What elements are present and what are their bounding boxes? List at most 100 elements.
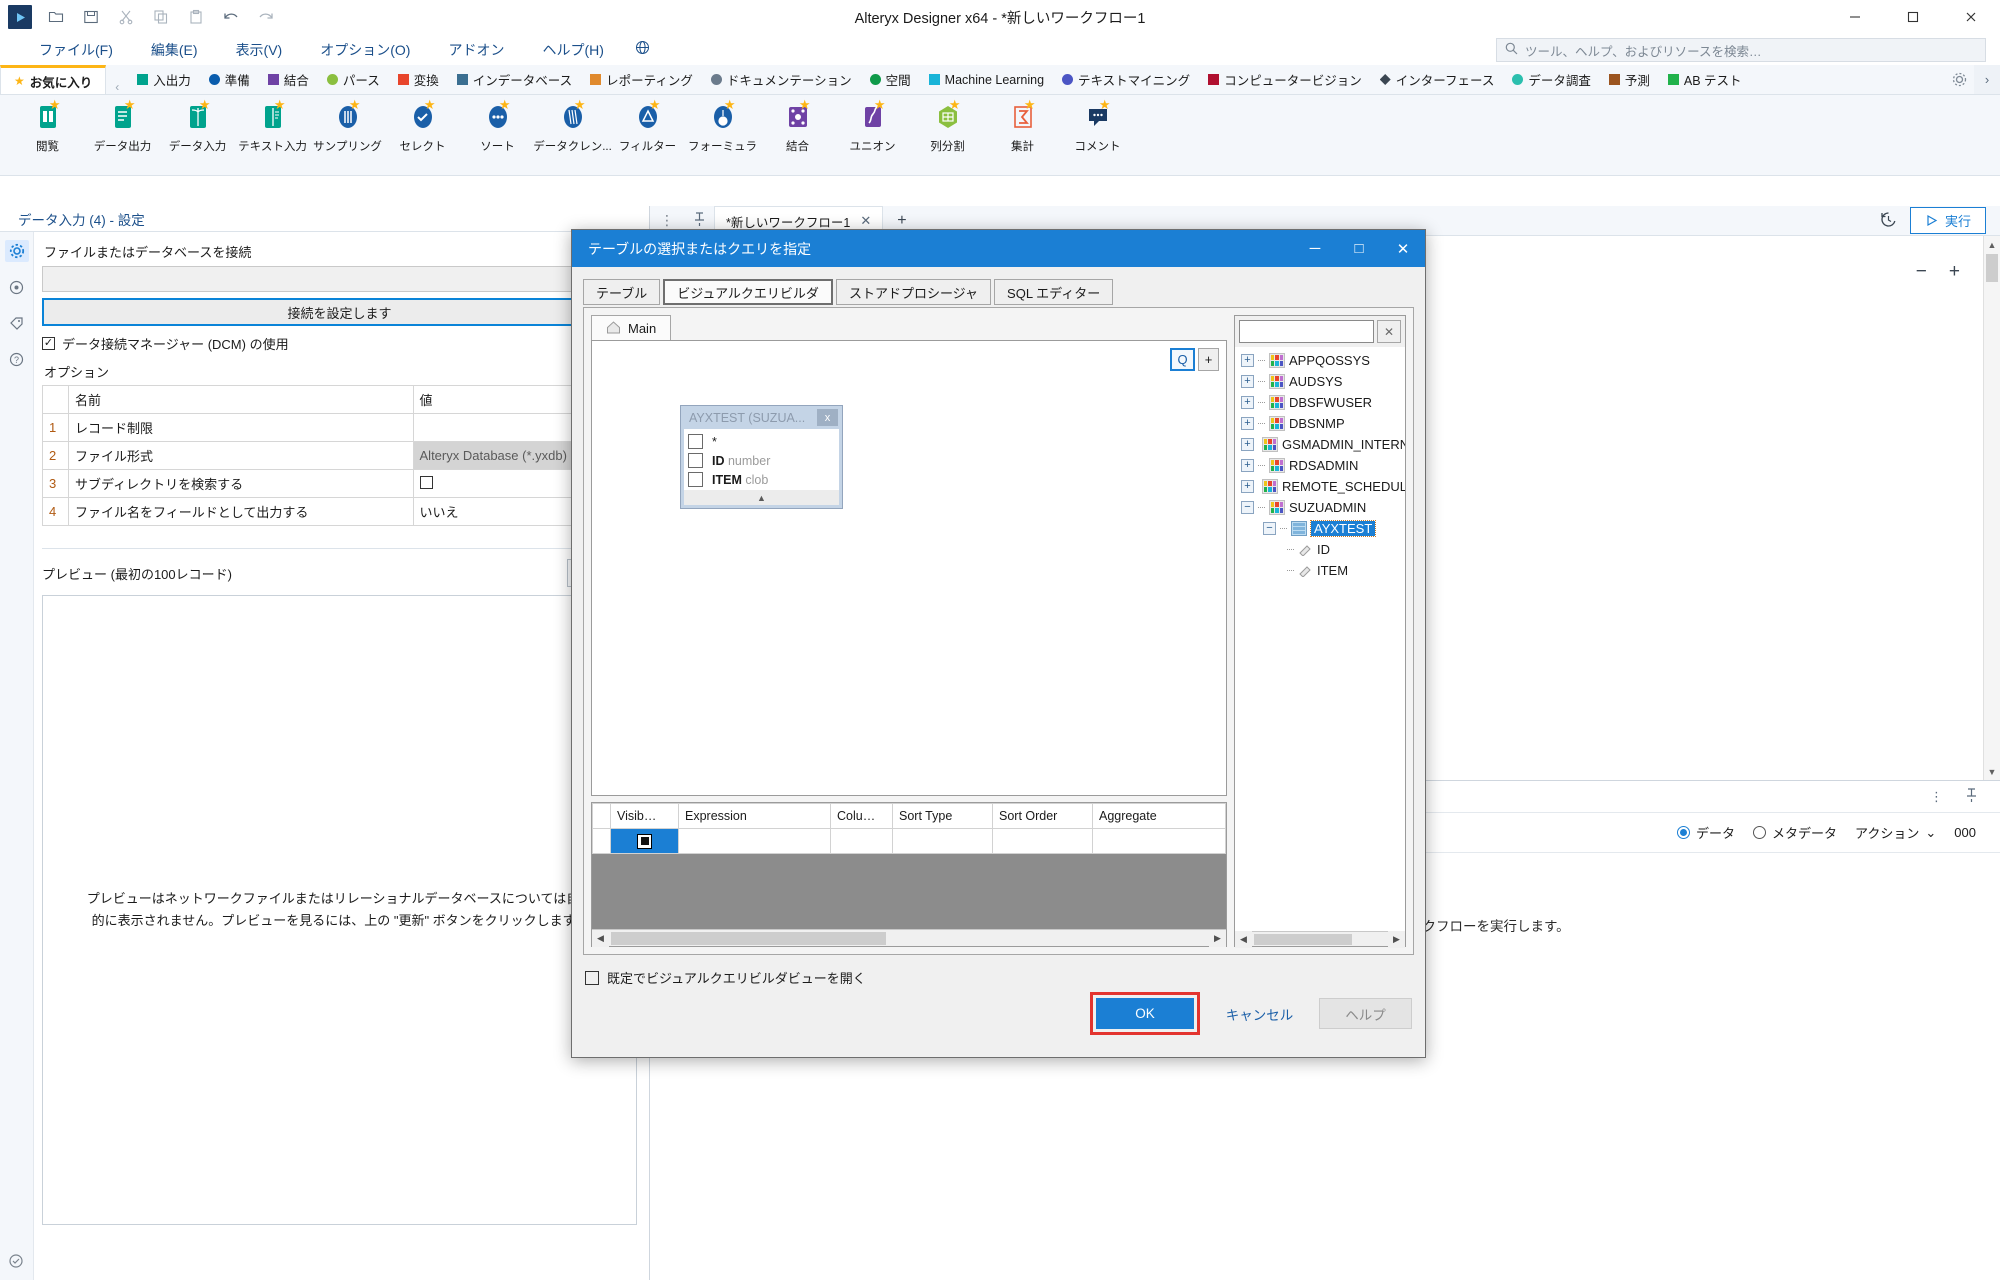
ok-button[interactable]: OK	[1096, 998, 1194, 1029]
tool-filter[interactable]: ★ フィルター	[610, 95, 685, 154]
expand-icon[interactable]: +	[1241, 438, 1254, 451]
scroll-up-arrow[interactable]: ▲	[1984, 236, 2000, 253]
expand-icon[interactable]: +	[1241, 354, 1254, 367]
tool-sort[interactable]: ★ ソート	[460, 95, 535, 154]
menu-help[interactable]: ヘルプ(H)	[523, 36, 622, 64]
more-icon[interactable]: ⋮	[650, 212, 685, 229]
entity-column-row[interactable]: ID number	[684, 451, 839, 470]
ribbon-cat-machine-learning[interactable]: Machine Learning	[920, 65, 1053, 94]
pin-icon[interactable]	[1959, 787, 1984, 806]
redo-icon[interactable]	[255, 6, 277, 28]
help-button[interactable]: ヘルプ	[1319, 998, 1412, 1029]
row-visible-cell[interactable]	[610, 828, 679, 854]
metadata-radio[interactable]: メタデータ	[1753, 823, 1837, 842]
checkbox-icon[interactable]	[688, 453, 703, 468]
tool-join[interactable]: ★ 結合	[760, 95, 835, 154]
target-icon[interactable]	[5, 276, 29, 298]
open-vqb-checkbox[interactable]: 既定でビジュアルクエリビルダビューを開く	[583, 968, 1414, 987]
ribbon-cat-transform[interactable]: 変換	[389, 65, 448, 94]
save-icon[interactable]	[80, 6, 102, 28]
pin-icon[interactable]	[685, 211, 714, 230]
more-icon[interactable]: ⋮	[1924, 789, 1949, 805]
scroll-left-arrow[interactable]: ◀	[1235, 930, 1252, 948]
expand-icon[interactable]: +	[1241, 459, 1254, 472]
dcm-checkbox[interactable]: ✓ データ接続マネージャー (DCM) の使用	[42, 334, 637, 353]
table-row[interactable]: 1 レコード制限	[42, 413, 638, 442]
ribbon-cat-reporting[interactable]: レポーティング	[581, 65, 702, 94]
tree-node-dbsfwuser[interactable]: + DBSFWUSER	[1239, 392, 1405, 413]
query-builder-canvas[interactable]: Q + AYXTEST (SUZUA... x * ID number ITEM…	[591, 340, 1227, 796]
ribbon-cat-interface[interactable]: インターフェース	[1371, 65, 1504, 94]
ribbon-cat-computer-vision[interactable]: コンピュータービジョン	[1199, 65, 1371, 94]
cut-icon[interactable]	[115, 6, 137, 28]
close-button[interactable]	[1942, 0, 2000, 34]
close-icon[interactable]: x	[817, 409, 838, 426]
query-main-tab[interactable]: Main	[591, 315, 672, 341]
dialog-minimize-button[interactable]: ─	[1293, 230, 1337, 267]
tab-visual-query-builder[interactable]: ビジュアルクエリビルダ	[663, 279, 833, 305]
ribbon-prev-arrow[interactable]: ‹	[106, 80, 128, 94]
expand-icon[interactable]: +	[1241, 396, 1254, 409]
scrollbar-thumb[interactable]	[611, 931, 886, 945]
menu-file[interactable]: ファイル(F)	[20, 36, 132, 64]
entity-collapse-button[interactable]: ▲	[684, 490, 839, 505]
table-row[interactable]	[592, 828, 1226, 854]
scroll-right-arrow[interactable]: ▶	[1388, 930, 1405, 948]
menu-options[interactable]: オプション(O)	[301, 36, 429, 64]
tree-node-suzuadmin[interactable]: − SUZUADMIN	[1239, 497, 1405, 518]
ribbon-cat-predictive[interactable]: 予測	[1600, 65, 1659, 94]
undo-icon[interactable]	[220, 6, 242, 28]
tool-text-input[interactable]: ★ テキスト入力	[235, 95, 310, 154]
tool-select[interactable]: ★ セレクト	[385, 95, 460, 154]
close-icon[interactable]: ✕	[860, 213, 871, 229]
table-row[interactable]: 4 ファイル名をフィールドとして出力する いいえ	[42, 497, 638, 526]
data-radio[interactable]: データ	[1677, 823, 1735, 842]
run-icon[interactable]	[8, 5, 32, 29]
ribbon-cat-documentation[interactable]: ドキュメンテーション	[702, 65, 861, 94]
ribbon-cat-join[interactable]: 結合	[259, 65, 318, 94]
row-aggregate[interactable]	[1092, 828, 1226, 854]
collapse-icon[interactable]: −	[1263, 522, 1276, 535]
tab-sql-editor[interactable]: SQL エディター	[994, 279, 1114, 305]
ribbon-next-arrow[interactable]: ›	[1974, 65, 2000, 94]
tree-search-input[interactable]	[1239, 320, 1374, 343]
tree-node-dbsnmp[interactable]: + DBSNMP	[1239, 413, 1405, 434]
scrollbar-thumb[interactable]	[1986, 254, 1998, 282]
copy-icon[interactable]	[150, 6, 172, 28]
tab-stored-procedure[interactable]: ストアドプロシージャ	[835, 279, 992, 305]
tool-union[interactable]: ★ ユニオン	[835, 95, 910, 154]
action-dropdown[interactable]: アクション ⌄	[1855, 823, 1936, 842]
tree-node-audsys[interactable]: + AUDSYS	[1239, 371, 1405, 392]
ribbon-cat-text-mining[interactable]: テキストマイニング	[1053, 65, 1199, 94]
entity-column-row[interactable]: ITEM clob	[684, 470, 839, 489]
menu-edit[interactable]: 編集(E)	[132, 36, 217, 64]
maximize-button[interactable]	[1884, 0, 1942, 34]
tool-comment[interactable]: ★ コメント	[1060, 95, 1135, 154]
canvas-vertical-scrollbar[interactable]: ▲ ▼	[1983, 236, 2000, 780]
row-sort-type[interactable]	[892, 828, 993, 854]
row-expression[interactable]	[678, 828, 831, 854]
dialog-close-button[interactable]: ✕	[1381, 230, 1425, 267]
table-entity[interactable]: AYXTEST (SUZUA... x * ID number ITEM clo…	[680, 405, 843, 509]
tool-sample[interactable]: ★ サンプリング	[310, 95, 385, 154]
tree-node-remote-scheduler-agent[interactable]: + REMOTE_SCHEDULER_AGENT	[1239, 476, 1405, 497]
checkbox-icon[interactable]	[688, 472, 703, 487]
grid-horizontal-scrollbar[interactable]: ◀ ▶	[592, 929, 1226, 947]
cancel-button[interactable]: キャンセル	[1213, 998, 1306, 1029]
scroll-right-arrow[interactable]: ▶	[1209, 929, 1226, 947]
run-button[interactable]: 実行	[1909, 207, 1986, 234]
tree-node-gsmadmin-internal[interactable]: + GSMADMIN_INTERNAL	[1239, 434, 1405, 455]
tree-node-appqossys[interactable]: + APPQOSSYS	[1239, 350, 1405, 371]
paste-icon[interactable]	[185, 6, 207, 28]
tree-node-item[interactable]: ITEM	[1239, 560, 1405, 581]
row-sort-order[interactable]	[992, 828, 1093, 854]
ribbon-cat-parse[interactable]: パース	[318, 65, 389, 94]
help-icon[interactable]: ?	[5, 348, 29, 370]
tool-text-to-columns[interactable]: ★ 列分割	[910, 95, 985, 154]
row-column[interactable]	[830, 828, 893, 854]
row-handle[interactable]	[592, 828, 611, 854]
search-input[interactable]: ツール、ヘルプ、およびリソースを検索…	[1496, 38, 1986, 62]
scroll-down-arrow[interactable]: ▼	[1984, 763, 2000, 780]
tool-input-data[interactable]: ★ データ入力	[160, 95, 235, 154]
tab-table[interactable]: テーブル	[583, 279, 661, 305]
